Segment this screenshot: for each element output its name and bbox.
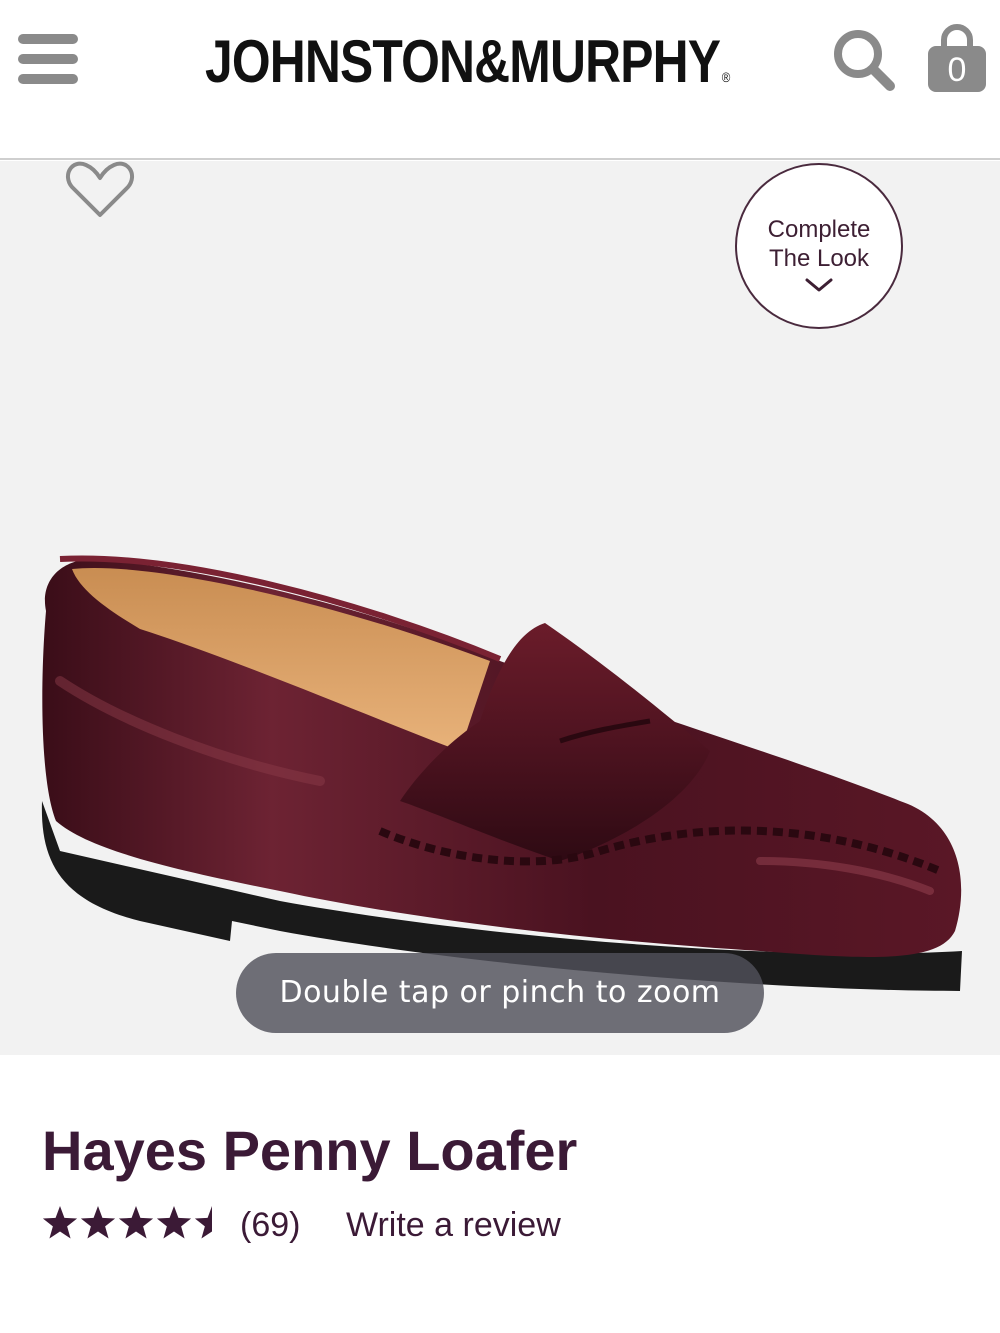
star-icon: [118, 1206, 154, 1239]
site-header: JOHNSTON&MURPHY ® 0: [0, 0, 1000, 160]
complete-the-look-label-1: Complete: [767, 216, 871, 243]
shopping-bag-button[interactable]: 0: [924, 24, 990, 96]
star-icon: [80, 1206, 116, 1239]
write-review-link[interactable]: Write a review: [346, 1200, 561, 1250]
complete-the-look-button[interactable]: Complete The Look: [735, 163, 903, 329]
favorite-button[interactable]: [64, 161, 136, 221]
registered-mark: ®: [721, 69, 731, 85]
star-icon: [42, 1206, 78, 1239]
complete-the-look-label-2: The Look: [768, 245, 870, 272]
brand-logo[interactable]: JOHNSTON&MURPHY ®: [205, 26, 730, 98]
rating-row: (69) Write a review: [42, 1200, 942, 1250]
review-count[interactable]: (69): [240, 1200, 300, 1250]
menu-button[interactable]: [16, 28, 80, 90]
search-button[interactable]: [830, 26, 898, 96]
heart-icon: [66, 161, 134, 217]
star-icon: [194, 1206, 212, 1239]
chevron-down-icon: [805, 278, 833, 292]
star-rating[interactable]: [42, 1204, 214, 1244]
product-image-area[interactable]: Complete The Look Double tap or pinch to…: [0, 161, 1000, 1055]
search-icon: [834, 30, 895, 91]
product-title: Hayes Penny Loafer: [42, 1119, 578, 1182]
bag-count-badge: 0: [947, 51, 967, 89]
star-icon: [156, 1206, 192, 1239]
brand-name: JOHNSTON&MURPHY: [205, 28, 721, 95]
zoom-hint: Double tap or pinch to zoom: [236, 953, 764, 1033]
